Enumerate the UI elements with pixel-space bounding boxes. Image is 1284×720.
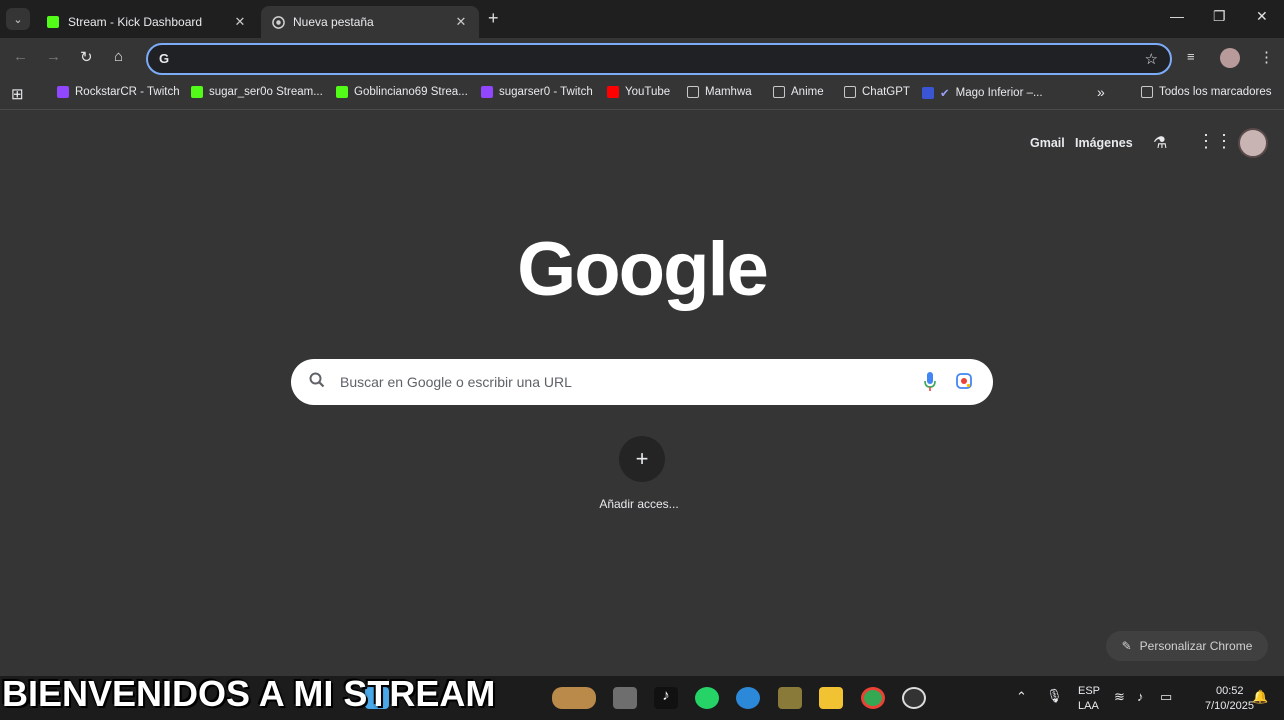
volume-icon[interactable]: ♪ <box>1137 689 1144 704</box>
media-control-icon[interactable]: ≡ <box>1187 49 1195 64</box>
add-shortcut-label: Añadir acces... <box>599 497 679 511</box>
tab-strip: ⌄ Stream - Kick Dashboard ✕ Nueva pestañ… <box>0 0 1284 38</box>
bookmark-item[interactable]: RockstarCR - Twitch <box>57 86 180 98</box>
address-input[interactable] <box>182 49 1122 71</box>
twitch-icon <box>481 86 493 98</box>
bookmark-item[interactable]: sugarser0 - Twitch <box>481 86 593 98</box>
folder-icon <box>1141 86 1153 98</box>
notification-bell-icon[interactable]: 🔔 <box>1252 689 1268 705</box>
toolbar: ← → ↻ ⌂ G ☆ ≡ ⋮ <box>0 38 1284 78</box>
menu-icon[interactable]: ⋮ <box>1259 48 1274 66</box>
mago-icon <box>922 87 934 99</box>
search-icon <box>309 372 325 393</box>
youtube-icon <box>607 86 619 98</box>
home-button[interactable]: ⌂ <box>114 48 123 65</box>
bookmark-star-icon[interactable]: ☆ <box>1145 50 1158 68</box>
close-icon[interactable]: ✕ <box>232 14 248 30</box>
customize-chrome-button[interactable]: ✎ Personalizar Chrome <box>1106 631 1268 661</box>
google-icon: G <box>158 51 170 66</box>
profile-avatar[interactable] <box>1220 48 1240 68</box>
images-link[interactable]: Imágenes <box>1075 136 1133 150</box>
search-input[interactable] <box>340 371 900 393</box>
reload-button[interactable]: ↻ <box>80 48 93 66</box>
pencil-icon: ✎ <box>1121 639 1132 653</box>
app-icon[interactable] <box>613 687 637 709</box>
search-box[interactable] <box>291 359 993 405</box>
kick-icon <box>46 15 60 29</box>
new-tab-button[interactable]: + <box>488 8 499 29</box>
bookmark-folder[interactable]: Anime <box>773 86 824 98</box>
all-bookmarks-folder[interactable]: Todos los marcadores <box>1141 86 1272 98</box>
forward-button[interactable]: → <box>46 48 61 65</box>
microphone-icon[interactable] <box>923 371 937 393</box>
chevron-down-icon: ⌄ <box>13 13 23 26</box>
tab-kick-dashboard[interactable]: Stream - Kick Dashboard ✕ <box>36 6 258 38</box>
bookmark-item[interactable]: YouTube <box>607 86 670 98</box>
bookmark-item[interactable]: ✔ Mago Inferior –... <box>922 86 1043 100</box>
maximize-button[interactable]: ❐ <box>1213 8 1226 25</box>
file-explorer-icon[interactable] <box>819 687 843 709</box>
folder-icon <box>687 86 699 98</box>
obs-icon[interactable] <box>902 687 926 709</box>
close-icon[interactable]: ✕ <box>453 14 469 30</box>
tab-new-tab[interactable]: Nueva pestaña ✕ <box>261 6 479 38</box>
whatsapp-icon[interactable] <box>695 687 719 709</box>
address-bar[interactable]: G ☆ <box>146 43 1172 75</box>
bookmark-item[interactable]: ChatGPT <box>844 86 910 98</box>
folder-icon <box>773 86 785 98</box>
tab-search-button[interactable]: ⌄ <box>6 8 30 30</box>
kick-icon <box>191 86 203 98</box>
labs-flask-icon[interactable]: ⚗ <box>1153 133 1167 153</box>
widget-icon[interactable] <box>552 687 596 709</box>
bookmark-item[interactable]: Goblinciano69 Strea... <box>336 86 468 98</box>
clock-date[interactable]: 7/10/2025 <box>1205 700 1254 712</box>
add-shortcut-button[interactable]: + <box>619 436 665 482</box>
twitch-icon <box>57 86 69 98</box>
back-button[interactable]: ← <box>13 48 28 65</box>
app-icon[interactable] <box>778 687 802 709</box>
minimize-button[interactable]: — <box>1170 8 1184 24</box>
chevron-up-icon[interactable]: ⌃ <box>1016 689 1027 705</box>
google-lens-icon[interactable] <box>956 373 972 389</box>
stream-overlay-text: BIENVENIDOS A MI STREAM <box>2 673 496 714</box>
customize-label: Personalizar Chrome <box>1139 639 1253 653</box>
bookmarks-bar: ⊞ RockstarCR - Twitch sugar_ser0o Stream… <box>0 78 1284 110</box>
apps-grid-icon[interactable]: ⊞ <box>11 85 24 103</box>
plus-icon: + <box>635 446 649 471</box>
chrome-taskbar-icon[interactable] <box>861 687 885 709</box>
kick-icon <box>336 86 348 98</box>
microphone-tray-icon[interactable]: 🎙 <box>1046 688 1063 704</box>
tiktok-icon[interactable]: ♪ <box>654 687 678 709</box>
tab-title: Nueva pestaña <box>293 15 374 29</box>
gmail-link[interactable]: Gmail <box>1030 136 1065 150</box>
bookmark-folder[interactable]: Mamhwa <box>687 86 752 98</box>
account-avatar[interactable] <box>1238 128 1268 158</box>
chatgpt-icon <box>844 86 856 98</box>
battery-icon[interactable]: ▭ <box>1160 689 1172 705</box>
language-indicator[interactable]: ESP <box>1078 685 1100 697</box>
language-indicator-sub: LAA <box>1078 700 1099 712</box>
browser-icon[interactable] <box>736 687 760 709</box>
google-logo: Google <box>517 227 769 312</box>
tab-title: Stream - Kick Dashboard <box>68 15 203 29</box>
bookmark-item[interactable]: sugar_ser0o Stream... <box>191 86 323 98</box>
more-bookmarks-icon[interactable]: » <box>1097 84 1105 100</box>
window-close-button[interactable]: ✕ <box>1256 8 1268 25</box>
chrome-icon <box>271 15 285 29</box>
clock-time[interactable]: 00:52 <box>1216 685 1244 697</box>
wifi-icon[interactable]: ≋ <box>1114 689 1125 705</box>
